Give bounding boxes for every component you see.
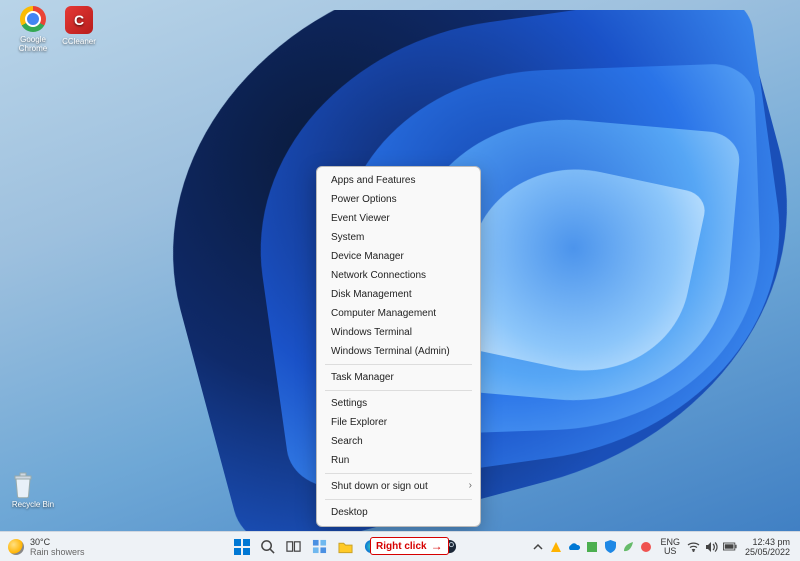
task-view-icon [286, 539, 301, 554]
wifi-icon [687, 541, 700, 552]
tray-app-2[interactable] [585, 540, 599, 554]
ctx-desktop[interactable]: Desktop [317, 503, 480, 522]
desktop-icon-chrome[interactable]: Google Chrome [10, 6, 56, 53]
desktop-icon-label: Recycle Bin [10, 500, 56, 509]
speaker-icon [705, 541, 718, 553]
windows-logo-icon [234, 539, 250, 555]
taskbar-tray: ENG US 12:43 pm 25/05/2022 [531, 537, 800, 557]
tray-chevron-up[interactable] [531, 540, 545, 554]
tray-volume[interactable] [705, 540, 719, 554]
tray-network[interactable] [687, 540, 701, 554]
ctx-device-manager[interactable]: Device Manager [317, 247, 480, 266]
taskbar-weather-widget[interactable]: 30°C Rain showers [0, 537, 160, 557]
lang-line2: US [660, 547, 680, 556]
ctx-task-manager[interactable]: Task Manager [317, 368, 480, 387]
cloud-icon [567, 542, 581, 552]
taskbar-search-button[interactable] [257, 536, 279, 558]
battery-icon [723, 542, 737, 551]
folder-icon [338, 540, 353, 554]
ctx-windows-terminal[interactable]: Windows Terminal [317, 323, 480, 342]
taskbar-task-view-button[interactable] [283, 536, 305, 558]
weather-icon [8, 539, 24, 555]
weather-temp: 30°C [30, 537, 85, 547]
ctx-separator [325, 499, 472, 500]
ctx-disk-management[interactable]: Disk Management [317, 285, 480, 304]
shield-icon [605, 540, 616, 553]
desktop-icon-label: Google Chrome [10, 35, 56, 53]
search-icon [260, 539, 275, 554]
annotation-text: Right click [376, 541, 427, 552]
widgets-icon [312, 539, 327, 554]
ctx-apps-and-features[interactable]: Apps and Features [317, 171, 480, 190]
tray-app-4[interactable] [639, 540, 653, 554]
square-icon [586, 541, 598, 553]
desktop-icon-recycle-bin[interactable]: Recycle Bin [10, 470, 56, 509]
tray-app-1[interactable] [549, 540, 563, 554]
ctx-event-viewer[interactable]: Event Viewer [317, 209, 480, 228]
start-button[interactable] [231, 536, 253, 558]
desktop-icon-ccleaner[interactable]: C CCleaner [56, 6, 102, 46]
clock-date: 25/05/2022 [745, 547, 790, 557]
taskbar-file-explorer[interactable] [335, 536, 357, 558]
clock-time: 12:43 pm [745, 537, 790, 547]
ctx-computer-management[interactable]: Computer Management [317, 304, 480, 323]
ctx-separator [325, 364, 472, 365]
weather-desc: Rain showers [30, 547, 85, 557]
dot-icon [640, 541, 652, 553]
chrome-icon [20, 6, 46, 32]
ctx-search[interactable]: Search [317, 432, 480, 451]
ctx-separator [325, 473, 472, 474]
ctx-network-connections[interactable]: Network Connections [317, 266, 480, 285]
tray-language[interactable]: ENG US [657, 538, 683, 556]
tray-app-3[interactable] [621, 540, 635, 554]
ctx-settings[interactable]: Settings [317, 394, 480, 413]
chevron-up-icon [533, 542, 543, 552]
ctx-shut-down-or-sign-out[interactable]: Shut down or sign out [317, 477, 480, 496]
tray-battery[interactable] [723, 540, 737, 554]
recycle-bin-icon [10, 470, 36, 500]
start-context-menu: Apps and Features Power Options Event Vi… [316, 166, 481, 527]
ctx-power-options[interactable]: Power Options [317, 190, 480, 209]
taskbar-widgets-button[interactable] [309, 536, 331, 558]
tray-clock[interactable]: 12:43 pm 25/05/2022 [741, 537, 794, 557]
leaf-icon [622, 541, 634, 553]
tray-onedrive[interactable] [567, 540, 581, 554]
arrow-right-icon: → [431, 539, 443, 553]
ctx-run[interactable]: Run [317, 451, 480, 470]
ctx-file-explorer[interactable]: File Explorer [317, 413, 480, 432]
ctx-system[interactable]: System [317, 228, 480, 247]
ctx-separator [325, 390, 472, 391]
ctx-windows-terminal-admin[interactable]: Windows Terminal (Admin) [317, 342, 480, 361]
triangle-icon [550, 541, 562, 553]
desktop-icon-label: CCleaner [56, 37, 102, 46]
annotation-right-click: Right click → [370, 537, 449, 555]
tray-security[interactable] [603, 540, 617, 554]
ccleaner-icon: C [65, 6, 93, 34]
taskbar-center [160, 536, 531, 558]
